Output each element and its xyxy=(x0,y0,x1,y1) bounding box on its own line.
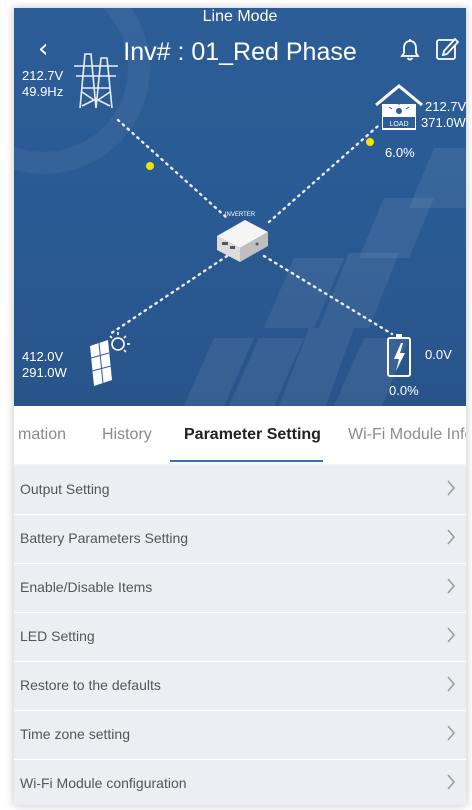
menu-item-label: Enable/Disable Items xyxy=(20,579,153,595)
tab-parameter-setting[interactable]: Parameter Setting xyxy=(184,426,321,444)
grid-flow-dot xyxy=(146,162,154,170)
load-flow-dot xyxy=(366,138,374,146)
menu-item-time-zone-setting[interactable]: Time zone setting xyxy=(14,711,466,760)
inverter-icon: INVERTER xyxy=(217,212,268,262)
chevron-right-icon xyxy=(447,578,455,594)
pv-voltage: 412.0V xyxy=(22,349,64,364)
tab-history[interactable]: History xyxy=(102,426,152,444)
tab-bar: mation History Parameter Setting Wi-Fi M… xyxy=(14,406,466,464)
battery-charging-icon xyxy=(387,334,411,377)
chevron-right-icon xyxy=(447,480,455,496)
grid-frequency: 49.9Hz xyxy=(22,84,64,99)
menu-item-wifi-module-configuration[interactable]: Wi-Fi Module configuration xyxy=(14,760,466,805)
solar-panel-icon xyxy=(90,332,130,386)
battery-percent: 0.0% xyxy=(389,383,419,398)
menu-item-enable-disable-items[interactable]: Enable/Disable Items xyxy=(14,564,466,613)
menu-item-label: Output Setting xyxy=(20,481,110,497)
load-icon-label: LOAD xyxy=(389,121,408,128)
menu-item-label: Wi-Fi Module configuration xyxy=(20,775,187,791)
app-screen: ‹ Inv# : 01_Red Phase Line Mode LOAD INV… xyxy=(14,8,466,805)
menu-item-restore-defaults[interactable]: Restore to the defaults xyxy=(14,662,466,711)
menu-item-label: Restore to the defaults xyxy=(20,677,161,693)
menu-item-label: LED Setting xyxy=(20,628,95,644)
tab-information[interactable]: mation xyxy=(18,426,66,444)
inverter-label: INVERTER xyxy=(225,212,256,218)
house-load-icon: LOAD xyxy=(375,84,423,130)
chevron-right-icon xyxy=(447,774,455,790)
power-tower-icon xyxy=(74,53,118,109)
menu-item-battery-parameters-setting[interactable]: Battery Parameters Setting xyxy=(14,515,466,564)
menu-item-led-setting[interactable]: LED Setting xyxy=(14,613,466,662)
chevron-right-icon xyxy=(447,725,455,741)
active-tab-indicator xyxy=(170,460,323,462)
grid-voltage: 212.7V xyxy=(22,68,64,83)
settings-list: Output Setting Battery Parameters Settin… xyxy=(14,466,466,805)
menu-item-output-setting[interactable]: Output Setting xyxy=(14,466,466,515)
energy-flow-panel: ‹ Inv# : 01_Red Phase Line Mode LOAD INV… xyxy=(14,8,466,406)
pv-power: 291.0W xyxy=(22,365,67,380)
chevron-right-icon xyxy=(447,627,455,643)
chevron-right-icon xyxy=(447,676,455,692)
load-voltage: 212.7V xyxy=(425,99,466,114)
battery-voltage: 0.0V xyxy=(425,347,452,362)
load-percent: 6.0% xyxy=(385,145,415,160)
chevron-right-icon xyxy=(447,529,455,545)
menu-item-label: Battery Parameters Setting xyxy=(20,530,189,546)
flow-diagram: LOAD INVERTER xyxy=(74,53,423,386)
tab-wifi-module-info[interactable]: Wi-Fi Module Infor xyxy=(348,426,466,444)
load-power: 371.0W xyxy=(421,115,466,130)
menu-item-label: Time zone setting xyxy=(20,726,130,742)
